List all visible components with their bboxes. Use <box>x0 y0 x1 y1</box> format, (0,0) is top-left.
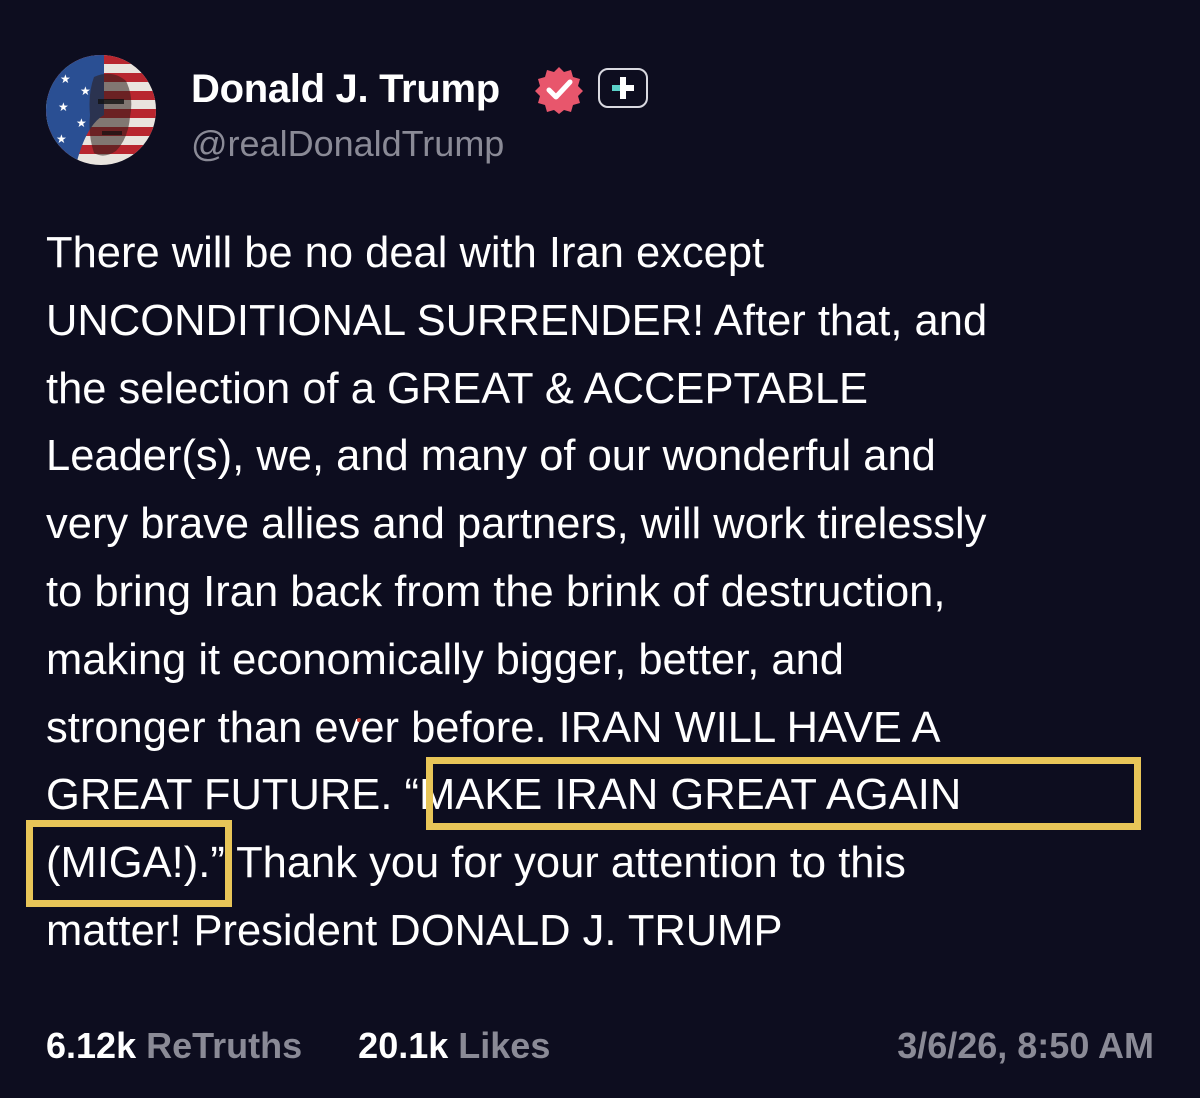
post-line: There will be no deal with Iran except <box>46 229 765 277</box>
flag-portrait-avatar-icon: ★ ★ ★ ★ ★ <box>46 55 156 165</box>
svg-text:★: ★ <box>56 132 67 146</box>
post-line: matter! President DONALD J. TRUMP <box>46 906 783 955</box>
post-line: very brave allies and partners, will wor… <box>46 500 987 549</box>
post-line: stronger than ever before. IRAN WILL HAV… <box>46 703 941 752</box>
svg-text:★: ★ <box>60 72 71 86</box>
svg-text:★: ★ <box>76 116 87 130</box>
likes-label: Likes <box>458 1025 551 1066</box>
post-timestamp[interactable]: 3/6/26, 8:50 AM <box>897 1024 1154 1068</box>
highlight-box-miga-phrase <box>426 757 1141 830</box>
post-line: Leader(s), we, and many of our wonderful… <box>46 432 936 481</box>
plus-badge-icon <box>598 68 648 108</box>
post-line: making it economically bigger, better, a… <box>46 635 844 684</box>
retruths-stat[interactable]: 6.12k ReTruths <box>46 1025 312 1066</box>
red-dot-mark <box>357 718 361 722</box>
retruths-count: 6.12k <box>46 1025 137 1066</box>
post-stats: 6.12k ReTruths 20.1k Likes <box>46 1024 550 1068</box>
avatar[interactable]: ★ ★ ★ ★ ★ <box>46 55 156 165</box>
likes-stat[interactable]: 20.1k Likes <box>358 1025 550 1066</box>
user-handle[interactable]: @realDonaldTrump <box>191 122 504 166</box>
svg-text:★: ★ <box>58 100 69 114</box>
post-line: the selection of a GREAT & ACCEPTABLE <box>46 364 869 413</box>
likes-count: 20.1k <box>358 1025 449 1066</box>
post-line: UNCONDITIONAL SURRENDER! After that, and <box>46 296 988 345</box>
post-line: to bring Iran back from the brink of des… <box>46 567 946 616</box>
verified-badge-icon <box>534 64 584 114</box>
display-name[interactable]: Donald J. Trump <box>191 66 500 112</box>
truth-post: ★ ★ ★ ★ ★ Donald J. Trump @realDonaldTru… <box>0 0 1200 1098</box>
highlight-box-miga-acronym <box>26 820 232 907</box>
svg-text:★: ★ <box>80 84 91 98</box>
retruths-label: ReTruths <box>146 1025 303 1066</box>
